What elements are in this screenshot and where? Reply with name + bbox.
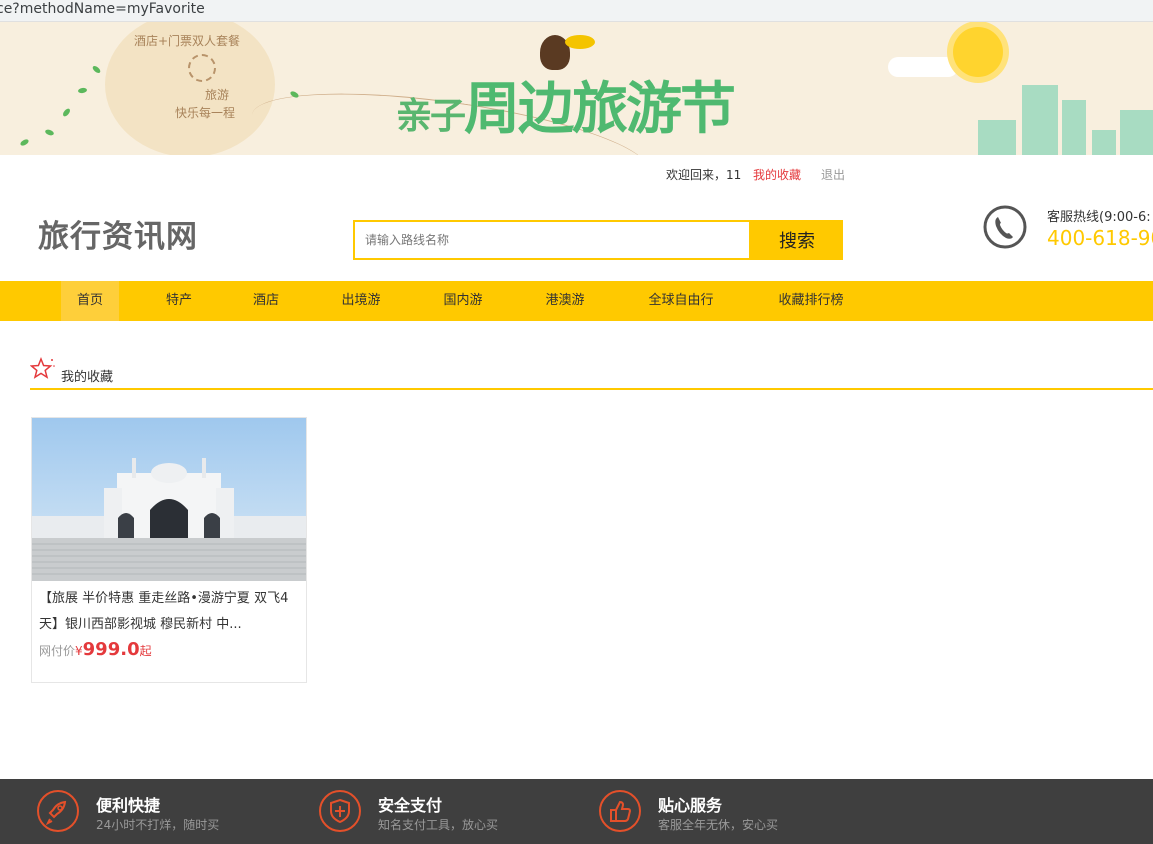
nav-item-home[interactable]: 首页	[61, 281, 119, 321]
footer-subtitle: 客服全年无休，安心买	[658, 818, 779, 832]
hotline-label: 客服热线(9:00-6:	[1047, 210, 1151, 225]
price-value: 999.0	[82, 639, 140, 660]
price-currency: ¥	[75, 644, 83, 658]
route-title[interactable]: 【旅展 半价特惠 重走丝路•漫游宁夏 双飞4天】银川西部影视城 穆民新村 中..…	[39, 586, 301, 638]
banner-text-package: 酒店+门票双人套餐	[134, 34, 241, 48]
search-input[interactable]	[353, 220, 751, 260]
main-nav: 首页 特产 酒店 出境游 国内游 港澳游 全球自由行 收藏排行榜	[0, 281, 1153, 321]
banner-text-travel: 旅游	[205, 88, 230, 102]
shield-icon	[319, 790, 361, 832]
footer-subtitle: 知名支付工具，放心买	[378, 818, 499, 832]
leaf-icon	[19, 138, 30, 147]
site-logo[interactable]: 旅行资讯网	[38, 211, 198, 256]
building-illustration	[1120, 110, 1153, 155]
nav-item-favorite-ranking[interactable]: 收藏排行榜	[771, 281, 851, 321]
leaf-icon	[91, 64, 102, 75]
route-price: 网付价¥999.0起	[39, 639, 152, 660]
nav-item-free-travel[interactable]: 全球自由行	[641, 281, 721, 321]
nav-item-hk-macau[interactable]: 港澳游	[536, 281, 594, 321]
url-text[interactable]: ce?methodName=myFavorite	[0, 0, 205, 18]
building-illustration	[1022, 85, 1058, 155]
banner-title-big: 旅游节	[572, 76, 736, 142]
rocket-icon	[37, 790, 79, 832]
service-footer: 便利快捷 24小时不打烊，随时买 安全支付 知名支付工具，放心买 贴心服务 客服…	[0, 779, 1153, 844]
route-image[interactable]	[32, 418, 306, 581]
nav-item-specialty[interactable]: 特产	[150, 281, 208, 321]
logout-link[interactable]: 退出	[821, 166, 845, 183]
search-bar: 搜索	[353, 220, 843, 260]
price-suffix: 起	[139, 644, 152, 658]
address-bar[interactable]: ce?methodName=myFavorite	[0, 0, 1153, 22]
section-title: 我的收藏	[61, 370, 114, 385]
sun-illustration	[953, 27, 1003, 77]
building-illustration	[978, 120, 1016, 155]
price-label: 网付价	[39, 644, 76, 658]
banner-swirl-icon	[188, 54, 216, 82]
banner-title-small: 亲子	[396, 95, 466, 137]
footer-title: 便利快捷	[96, 796, 161, 815]
star-icon	[30, 357, 55, 379]
leaf-icon	[44, 128, 55, 137]
nav-item-hotel[interactable]: 酒店	[237, 281, 295, 321]
promo-banner[interactable]: 酒店+门票双人套餐 旅游 快乐每一程 亲子周边旅游节	[0, 22, 1153, 155]
search-button[interactable]: 搜索	[751, 220, 843, 260]
phone-icon	[983, 205, 1027, 249]
footer-title: 贴心服务	[658, 796, 723, 815]
building-illustration	[1062, 100, 1086, 155]
banner-title-mid: 周边	[464, 76, 574, 142]
cloud-illustration	[888, 57, 958, 77]
banner-text-slogan: 快乐每一程	[175, 106, 236, 120]
nav-item-outbound[interactable]: 出境游	[332, 281, 390, 321]
nav-item-domestic[interactable]: 国内游	[434, 281, 492, 321]
thumbs-up-icon	[599, 790, 641, 832]
leaf-icon	[77, 87, 88, 94]
footer-title: 安全支付	[378, 796, 443, 815]
favorite-route-card[interactable]: 【旅展 半价特惠 重走丝路•漫游宁夏 双飞4天】银川西部影视城 穆民新村 中..…	[31, 417, 307, 683]
welcome-text: 欢迎回来，11	[666, 168, 742, 182]
banner-title: 亲子周边旅游节	[396, 64, 736, 145]
building-illustration	[1092, 130, 1116, 155]
leaf-icon	[61, 107, 72, 118]
hotline-number: 400-618-909	[1047, 226, 1153, 250]
toucan-beak	[565, 35, 595, 49]
section-divider	[30, 388, 1153, 390]
footer-subtitle: 24小时不打烊，随时买	[96, 818, 220, 832]
my-favorites-link[interactable]: 我的收藏	[753, 166, 801, 183]
